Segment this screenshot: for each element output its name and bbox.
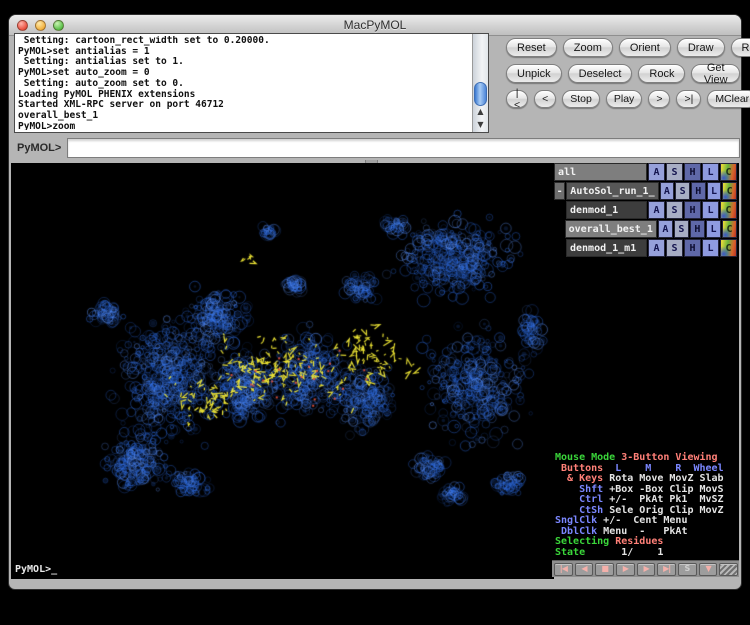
- object-row: overall_best_1ASHLC: [554, 220, 737, 238]
- log-scrollbar[interactable]: ▲ ▼: [472, 34, 488, 132]
- a-menu-button[interactable]: A: [660, 182, 675, 200]
- scroll-down-icon[interactable]: ▼: [477, 121, 483, 129]
- s-button[interactable]: S: [678, 563, 697, 576]
- go-start-button[interactable]: |◀: [554, 563, 573, 576]
- play-button[interactable]: ▶: [616, 563, 635, 576]
- s-menu-button[interactable]: S: [666, 163, 683, 181]
- log-lines: Setting: cartoon_rect_width set to 0.200…: [18, 36, 470, 130]
- object-row: allASHLC: [554, 163, 737, 181]
- movie-controls: |◀ ◀ ■ ▶ ▶ ▶| S ▼: [552, 560, 739, 577]
- object-row: -AutoSol_run_1_ASHLC: [554, 182, 737, 200]
- scroll-up-icon[interactable]: ▲: [477, 108, 483, 116]
- step-back-icon: ◀: [581, 565, 586, 573]
- s-menu-button[interactable]: S: [666, 239, 683, 257]
- log-output: Setting: cartoon_rect_width set to 0.200…: [14, 33, 489, 133]
- object-row: denmod_1ASHLC: [554, 201, 737, 219]
- viewport-prompt: PyMOL>_: [15, 564, 57, 575]
- zoom-button[interactable]: Zoom: [563, 38, 613, 57]
- collapse-expander[interactable]: -: [554, 182, 565, 200]
- reset-button[interactable]: Reset: [506, 38, 557, 57]
- go-end-button[interactable]: ▶|: [657, 563, 676, 576]
- unpick-button[interactable]: Unpick: [506, 64, 562, 83]
- btn-button[interactable]: >: [648, 90, 670, 108]
- mclear-button[interactable]: MClear: [707, 90, 750, 108]
- zoom-button[interactable]: [53, 20, 64, 31]
- h-menu-button[interactable]: H: [684, 239, 701, 257]
- h-menu-button[interactable]: H: [691, 182, 706, 200]
- object-panel: allASHLC-AutoSol_run_1_ASHLCdenmod_1ASHL…: [554, 163, 739, 577]
- btn-button[interactable]: |<: [506, 90, 528, 108]
- c-menu-button[interactable]: C: [720, 239, 737, 257]
- stop-icon: ■: [601, 565, 608, 573]
- log-line: overall_best_1: [18, 111, 470, 122]
- resize-grip[interactable]: [719, 563, 738, 576]
- get-view-button[interactable]: Get View: [691, 64, 740, 83]
- stop-button[interactable]: Stop: [562, 90, 600, 108]
- command-input[interactable]: [67, 138, 740, 158]
- indent-spacer: [554, 239, 565, 257]
- c-menu-button[interactable]: C: [722, 182, 737, 200]
- indent-spacer: [554, 201, 565, 219]
- a-menu-button[interactable]: A: [648, 239, 665, 257]
- stop-button[interactable]: ■: [595, 563, 614, 576]
- btn-button[interactable]: <: [534, 90, 556, 108]
- c-menu-button[interactable]: C: [720, 201, 737, 219]
- orient-button[interactable]: Orient: [619, 38, 671, 57]
- scrollbar-thumb[interactable]: [474, 82, 487, 106]
- object-row: denmod_1_m1ASHLC: [554, 239, 737, 257]
- s-menu-button[interactable]: S: [674, 220, 689, 238]
- macpymol-window: MacPyMOL Setting: cartoon_rect_width set…: [8, 14, 742, 590]
- mouse-mode-panel: Mouse Mode 3-Button Viewing Buttons L M …: [555, 453, 739, 559]
- a-menu-button[interactable]: A: [648, 201, 665, 219]
- object-list: allASHLC-AutoSol_run_1_ASHLCdenmod_1ASHL…: [554, 163, 737, 258]
- h-menu-button[interactable]: H: [690, 220, 705, 238]
- btn-button[interactable]: >|: [676, 90, 701, 108]
- object-name-autosol-run-1[interactable]: AutoSol_run_1_: [566, 182, 658, 200]
- deselect-button[interactable]: Deselect: [568, 64, 633, 83]
- l-menu-button[interactable]: L: [707, 182, 722, 200]
- s-menu-button[interactable]: S: [675, 182, 690, 200]
- object-name-overall-best-1[interactable]: overall_best_1: [565, 220, 657, 238]
- play-button[interactable]: Play: [606, 90, 642, 108]
- log-line: Setting: auto_zoom set to 0.: [18, 79, 470, 90]
- object-name-denmod-1-m1[interactable]: denmod_1_m1: [566, 239, 647, 257]
- c-menu-button[interactable]: C: [720, 163, 737, 181]
- 3d-viewport[interactable]: [11, 163, 554, 579]
- h-menu-button[interactable]: H: [684, 163, 701, 181]
- ray-button[interactable]: Ray: [731, 38, 750, 57]
- toolbar: ResetZoomOrientDrawRayUnpickDeselectRock…: [506, 38, 740, 115]
- step-back-button[interactable]: ◀: [575, 563, 594, 576]
- object-name-denmod-1[interactable]: denmod_1: [566, 201, 647, 219]
- step-forward-button[interactable]: ▶: [637, 563, 656, 576]
- down-icon: ▼: [705, 565, 710, 573]
- indent-spacer: [554, 220, 564, 238]
- l-menu-button[interactable]: L: [702, 239, 719, 257]
- log-line: PyMOL>zoom: [18, 122, 470, 130]
- c-menu-button[interactable]: C: [722, 220, 737, 238]
- prompt-label: PyMOL>: [17, 142, 61, 154]
- h-menu-button[interactable]: H: [684, 201, 701, 219]
- viewer-area: PyMOL>_ allASHLC-AutoSol_run_1_ASHLCdenm…: [11, 163, 739, 577]
- play-icon: ▶: [623, 565, 628, 573]
- go-start-icon: |◀: [560, 565, 567, 573]
- minimize-button[interactable]: [35, 20, 46, 31]
- go-end-icon: ▶|: [663, 565, 670, 573]
- s-menu-button[interactable]: S: [666, 201, 683, 219]
- l-menu-button[interactable]: L: [706, 220, 721, 238]
- object-name-all[interactable]: all: [554, 163, 647, 181]
- rock-button[interactable]: Rock: [638, 64, 685, 83]
- l-menu-button[interactable]: L: [702, 163, 719, 181]
- window-title: MacPyMOL: [9, 18, 741, 32]
- a-menu-button[interactable]: A: [648, 163, 665, 181]
- step-forward-icon: ▶: [643, 565, 648, 573]
- s-icon: S: [684, 565, 690, 573]
- close-button[interactable]: [17, 20, 28, 31]
- mouse-mode-line: State 1/ 1: [555, 548, 739, 559]
- draw-button[interactable]: Draw: [677, 38, 725, 57]
- down-button[interactable]: ▼: [699, 563, 718, 576]
- a-menu-button[interactable]: A: [658, 220, 673, 238]
- l-menu-button[interactable]: L: [702, 201, 719, 219]
